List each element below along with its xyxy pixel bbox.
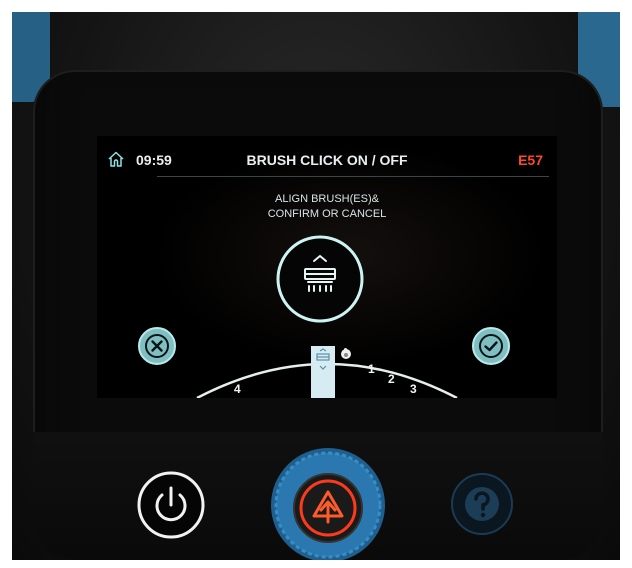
position-label-3: 3 [410, 382, 417, 396]
instruction-text: ALIGN BRUSH(ES)& CONFIRM OR CANCEL [97, 192, 557, 222]
status-header: 09:59 BRUSH CLICK ON / OFF E57 [97, 150, 557, 170]
hand-icon [341, 348, 351, 359]
display-screen: 09:59 BRUSH CLICK ON / OFF E57 ALIGN BRU… [97, 136, 557, 398]
screen-title: BRUSH CLICK ON / OFF [246, 152, 408, 168]
instruction-line-1: ALIGN BRUSH(ES)& [275, 193, 379, 205]
help-button[interactable] [450, 472, 514, 536]
header-divider [157, 176, 549, 177]
position-label-2: 2 [388, 372, 395, 386]
power-button[interactable] [136, 470, 206, 540]
error-code: E57 [518, 152, 543, 168]
brush-position-arc[interactable] [97, 336, 557, 398]
device-photo: 09:59 BRUSH CLICK ON / OFF E57 ALIGN BRU… [12, 12, 620, 560]
position-label-1: 1 [368, 362, 375, 376]
control-knob[interactable] [269, 446, 387, 560]
instruction-line-2: CONFIRM OR CANCEL [267, 208, 387, 220]
brush-button[interactable] [275, 234, 365, 324]
position-label-4: 4 [234, 382, 241, 396]
